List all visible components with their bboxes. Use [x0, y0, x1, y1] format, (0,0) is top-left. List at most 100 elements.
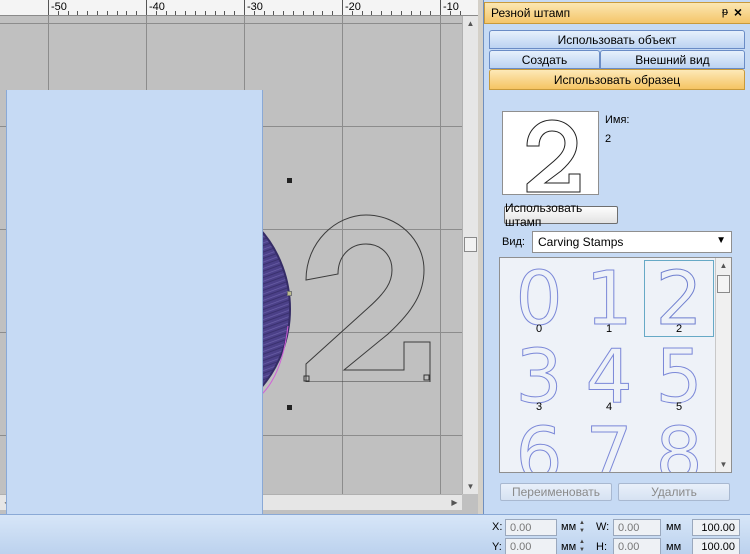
ruler-minor-tick [362, 11, 363, 15]
height-percent-field[interactable]: 100.00 [692, 538, 740, 554]
tab-appearance[interactable]: Внешний вид [600, 50, 745, 69]
width-field[interactable]: 0.00 [613, 519, 661, 536]
ruler-minor-tick [254, 11, 255, 15]
gallery-scrollbar[interactable]: ▲ ▼ [715, 258, 731, 472]
ruler-minor-tick [411, 11, 412, 15]
ruler-minor-tick [293, 11, 294, 15]
view-select-value: Carving Stamps [538, 235, 624, 249]
name-value: 2 [605, 133, 612, 145]
view-select[interactable]: Carving Stamps ▼ [532, 231, 732, 253]
scroll-down-arrow-icon[interactable]: ▼ [463, 479, 478, 494]
close-icon[interactable]: × [734, 4, 742, 20]
ruler-minor-tick [430, 11, 431, 15]
ruler-minor-tick [401, 11, 402, 15]
stamp-thumbnail: 6 [504, 411, 574, 473]
stamp-gallery-item[interactable]: 22 [644, 260, 714, 338]
stamp-thumbnail: 7 [574, 411, 644, 473]
ruler-minor-tick [264, 11, 265, 15]
scroll-up-arrow-icon[interactable]: ▲ [716, 258, 731, 273]
ruler-minor-tick [166, 11, 167, 15]
pin-icon[interactable]: ᵽ [722, 6, 728, 18]
ruler-minor-tick [460, 11, 461, 15]
scroll-up-arrow-icon[interactable]: ▲ [463, 16, 478, 31]
ruler-minor-tick [322, 11, 323, 15]
view-label: Вид: [502, 236, 525, 248]
ruler-minor-tick [450, 11, 451, 15]
h-unit: мм [666, 541, 682, 553]
h-label: H: [596, 541, 607, 553]
ruler-minor-tick [283, 11, 284, 15]
stamp-gallery-item[interactable]: 8 [644, 411, 714, 473]
stamp-gallery-item[interactable]: 55 [644, 338, 714, 416]
stamp-gallery-item[interactable]: 00 [504, 260, 574, 338]
ruler-minor-tick [420, 11, 421, 15]
stamp-thumbnail-glyph: 8 [655, 411, 703, 473]
ruler-minor-tick [126, 11, 127, 15]
ruler-minor-tick [381, 11, 382, 15]
digit-two-outline-object[interactable] [296, 212, 436, 382]
ruler-minor-tick [68, 11, 69, 15]
scroll-thumb[interactable] [464, 237, 477, 252]
panel-title: Резной штамп [491, 6, 571, 20]
x-label: X: [492, 521, 503, 533]
delete-button[interactable]: Удалить [618, 483, 730, 501]
ruler-minor-tick [332, 11, 333, 15]
horizontal-ruler: -50 -40 -30 -20 -10 [0, 0, 462, 16]
rename-button[interactable]: Переименовать [500, 483, 612, 501]
ruler-minor-tick [391, 11, 392, 15]
ruler-minor-tick [342, 11, 343, 15]
panel-title-bar: Резной штамп ᵽ × [484, 2, 750, 24]
stamp-thumbnail-glyph: 6 [515, 411, 563, 473]
ruler-minor-tick [117, 11, 118, 15]
y-spinner-icon[interactable]: ▲ ▼ [579, 538, 588, 554]
selection-handle[interactable] [287, 291, 292, 296]
ruler-minor-tick [185, 11, 186, 15]
ruler-corner [462, 0, 478, 16]
ruler-minor-tick [352, 11, 353, 15]
stamp-thumbnail-glyph: 7 [585, 411, 633, 473]
x-field[interactable]: 0.00 [505, 519, 557, 536]
use-stamp-button[interactable]: Использовать штамп [504, 201, 618, 229]
width-percent-field[interactable]: 100.00 [692, 519, 740, 536]
w-unit: мм [666, 521, 682, 533]
ruler-minor-tick [48, 11, 49, 15]
y-unit: мм [561, 541, 577, 553]
stamp-gallery-item[interactable]: 6 [504, 411, 574, 473]
ruler-minor-tick [273, 11, 274, 15]
stamp-gallery-item[interactable]: 11 [574, 260, 644, 338]
x-spinner-icon[interactable]: ▲ ▼ [579, 519, 588, 536]
scroll-right-arrow-icon[interactable]: ▶ [447, 495, 462, 510]
stamp-gallery-item[interactable]: 44 [574, 338, 644, 416]
w-label: W: [596, 521, 610, 533]
ruler-minor-tick [87, 11, 88, 15]
app-window: -50 -40 -30 -20 -10 ▲ ▼ ▶ Резной штамп ᵽ… [0, 0, 750, 554]
selection-handle[interactable] [287, 405, 292, 410]
tab-create[interactable]: Создать [489, 50, 600, 69]
ruler-minor-tick [156, 11, 157, 15]
ruler-minor-tick [205, 11, 206, 15]
y-label: Y: [492, 541, 502, 553]
stamp-thumbnail: 8 [644, 411, 714, 473]
ruler-minor-tick [440, 11, 441, 15]
ruler-minor-tick [244, 11, 245, 15]
stamp-gallery-item[interactable]: 7 [574, 411, 644, 473]
stamp-preview-glyph [526, 119, 581, 193]
tab-use-sample[interactable]: Использовать образец [489, 69, 745, 90]
ruler-minor-tick [107, 11, 108, 15]
name-label: Имя: [605, 114, 630, 126]
tab-use-object[interactable]: Использовать объект [489, 30, 745, 49]
selection-handle[interactable] [287, 178, 292, 183]
ruler-minor-tick [234, 11, 235, 15]
scroll-thumb[interactable] [717, 275, 730, 293]
canvas-vertical-scrollbar[interactable]: ▲ ▼ [462, 16, 478, 494]
ruler-minor-tick [97, 11, 98, 15]
scroll-down-arrow-icon[interactable]: ▼ [716, 457, 731, 472]
ruler-minor-tick [195, 11, 196, 15]
ruler-minor-tick [371, 11, 372, 15]
height-field[interactable]: 0.00 [613, 538, 661, 554]
stamp-gallery-item[interactable]: 33 [504, 338, 574, 416]
stamp-gallery: 001122 334455 678 [499, 257, 732, 473]
chevron-down-icon[interactable]: ▼ [716, 235, 726, 246]
y-field[interactable]: 0.00 [505, 538, 557, 554]
ruler-minor-tick [313, 11, 314, 15]
